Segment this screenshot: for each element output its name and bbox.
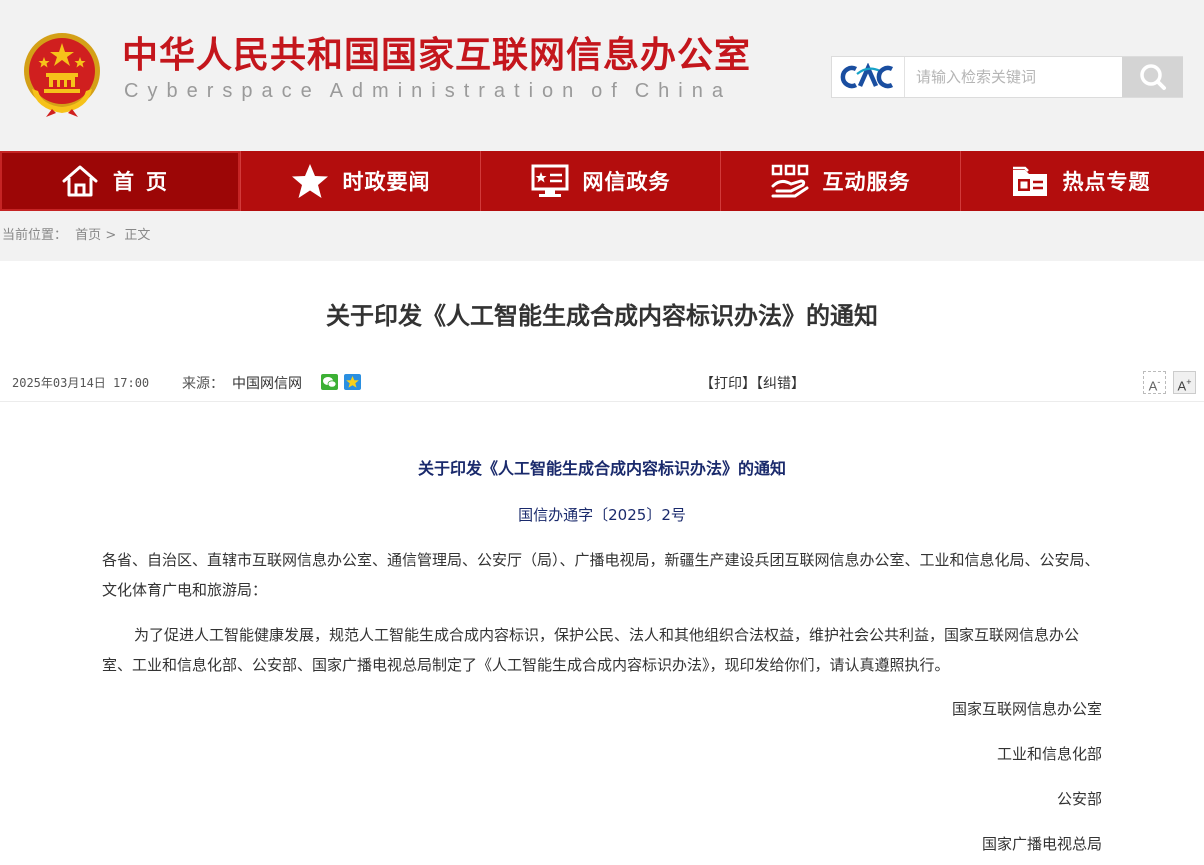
nav-item-government[interactable]: 网信政务	[480, 151, 720, 211]
nav-item-label: 时政要闻	[342, 170, 431, 194]
search-input[interactable]	[906, 57, 1122, 97]
article-source: 中国网信网	[232, 376, 302, 392]
site-subtitle-word: Administration	[329, 80, 583, 102]
breadcrumb-prefix: 当前位置：	[2, 228, 68, 243]
nav-item-label: 互动服务	[822, 170, 911, 194]
font-increase-label: A	[1177, 378, 1187, 394]
site-subtitle-word: China	[634, 80, 732, 102]
signatory: 国家互联网信息办公室	[951, 700, 1102, 718]
main-nav: 首页 时政要闻 网信政务 互动服务 热点专题	[0, 151, 1204, 211]
breadcrumb-home-link[interactable]: 首页	[75, 228, 101, 243]
breadcrumb-current: 正文	[124, 228, 151, 243]
article-meta-bar: 2025年03月14日 17:00 来源： 中国网信网 【打印】【纠错】 A- …	[0, 366, 1204, 402]
site-header: 中华人民共和国国家互联网信息办公室 Cyberspace Administrat…	[0, 0, 1204, 151]
monitor-icon	[531, 164, 569, 198]
star-icon	[291, 163, 329, 199]
search-icon	[1139, 64, 1166, 90]
home-icon	[61, 164, 99, 198]
search-button[interactable]	[1122, 57, 1183, 97]
nav-item-label: 热点专题	[1062, 170, 1151, 194]
signatory: 公安部	[1056, 790, 1102, 808]
site-title[interactable]: 中华人民共和国国家互联网信息办公室	[122, 34, 751, 78]
nav-item-label: 网信政务	[582, 170, 671, 194]
article-source-label: 来源：	[182, 376, 224, 392]
cac-logo-icon	[840, 63, 894, 89]
nav-item-home[interactable]: 首页	[0, 151, 240, 211]
nav-item-topics[interactable]: 热点专题	[960, 151, 1200, 211]
breadcrumb-separator: >	[105, 228, 117, 243]
breadcrumb: 当前位置： 首页 > 正文	[0, 211, 1204, 261]
nav-item-news[interactable]: 时政要闻	[240, 151, 480, 211]
font-increase-button[interactable]: A+	[1173, 371, 1196, 394]
correct-link[interactable]: 【纠错】	[756, 376, 805, 392]
print-link[interactable]: 【打印】	[700, 376, 756, 392]
nav-item-interactive[interactable]: 互动服务	[720, 151, 960, 211]
site-subtitle-word: Cyberspace	[124, 80, 321, 102]
folder-icon	[1011, 164, 1049, 198]
nav-item-label: 首页	[113, 170, 179, 194]
article-paragraph: 为了促进人工智能健康发展，规范人工智能生成合成内容标识，保护公民、法人和其他组织…	[102, 626, 1080, 674]
document-title: 关于印发《人工智能生成合成内容标识办法》的通知	[417, 459, 786, 478]
cac-logo	[832, 57, 905, 97]
signatory: 工业和信息化部	[996, 745, 1102, 763]
wechat-share-icon[interactable]	[321, 374, 338, 390]
font-decrease-button[interactable]: A-	[1143, 371, 1166, 394]
site-subtitle-en: Cyberspace Administration of China	[124, 78, 732, 104]
article-actions: 【打印】【纠错】	[700, 373, 805, 393]
article-title: 关于印发《人工智能生成合成内容标识办法》的通知	[326, 302, 878, 330]
qzone-share-icon[interactable]	[344, 374, 361, 390]
article-date: 2025年03月14日 17:00	[12, 376, 150, 390]
article-paragraph: 各省、自治区、直辖市互联网信息办公室、通信管理局、公安厅（局）、广播电视局，新疆…	[102, 551, 1100, 599]
minus-sign-icon: -	[1157, 377, 1161, 387]
national-emblem-icon[interactable]	[22, 29, 102, 117]
plus-sign-icon: +	[1186, 377, 1192, 387]
search-box	[831, 56, 1183, 98]
handshake-icon	[771, 164, 809, 198]
document-number: 国信办通字〔2025〕2号	[518, 506, 686, 524]
signatory: 国家广播电视总局	[981, 835, 1102, 853]
site-subtitle-word: of	[591, 80, 626, 102]
